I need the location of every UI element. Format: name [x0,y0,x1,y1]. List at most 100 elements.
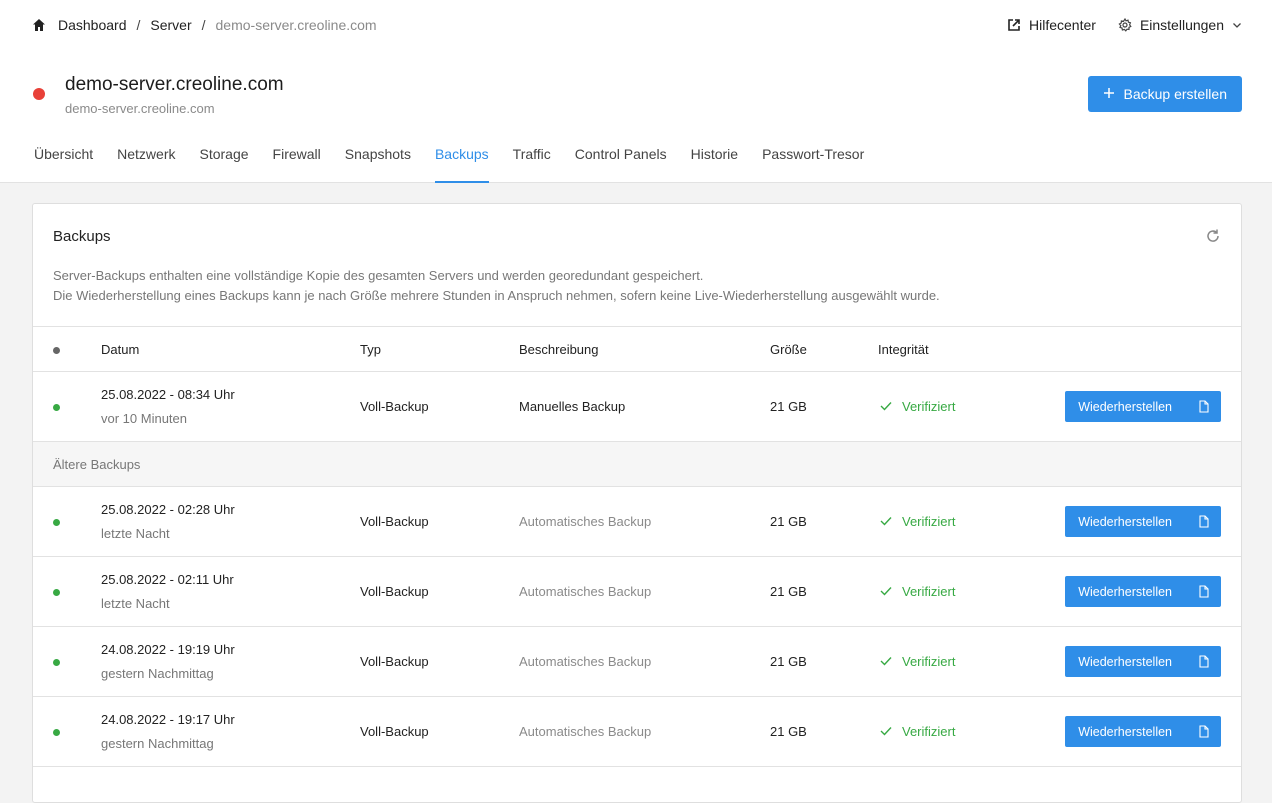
backup-type: Voll-Backup [360,696,519,767]
document-icon[interactable] [1186,400,1221,413]
integrity-label: Verifiziert [902,724,956,739]
backup-size: 21 GB [770,696,878,767]
table-row: 24.08.2022 - 19:17 Uhr gestern Nachmitta… [33,696,1241,767]
restore-label: Wiederherstellen [1078,724,1172,739]
create-backup-button[interactable]: Backup erstellen [1088,76,1242,112]
backup-type: Voll-Backup [360,626,519,697]
backup-description: Automatisches Backup [519,696,770,767]
restore-button[interactable]: Wiederherstellen [1065,716,1221,747]
tab-network[interactable]: Netzwerk [105,125,187,182]
breadcrumb: Dashboard / Server / demo-server.creolin… [32,17,377,33]
backup-size: 21 GB [770,486,878,557]
document-icon[interactable] [1186,585,1221,598]
checkmark-icon [880,654,892,669]
header-actions [1058,326,1241,372]
tab-overview[interactable]: Übersicht [22,125,105,182]
top-right-nav: Hilfecenter Einstellungen [1007,17,1242,33]
status-dot [53,729,60,736]
table-row: 25.08.2022 - 08:34 Uhr vor 10 Minuten Vo… [33,371,1241,442]
tab-password-vault[interactable]: Passwort-Tresor [750,125,876,182]
document-icon[interactable] [1186,655,1221,668]
backup-type: Voll-Backup [360,556,519,627]
plus-icon [1103,86,1115,102]
home-icon[interactable] [32,18,46,32]
restore-button[interactable]: Wiederherstellen [1065,391,1221,422]
description-line-2: Die Wiederherstellung eines Backups kann… [53,288,940,303]
tab-history[interactable]: Historie [679,125,750,182]
backup-description: Manuelles Backup [519,371,770,442]
breadcrumb-server[interactable]: Server [150,17,191,33]
restore-button[interactable]: Wiederherstellen [1065,646,1221,677]
external-link-icon [1007,18,1021,32]
help-center-link[interactable]: Hilfecenter [1007,17,1096,33]
checkmark-icon [880,584,892,599]
table-row: 25.08.2022 - 02:28 Uhr letzte Nacht Voll… [33,486,1241,557]
backup-date: 25.08.2022 - 02:28 Uhr [101,502,235,517]
refresh-icon[interactable] [1205,228,1221,244]
server-hostname: demo-server.creoline.com [65,101,215,116]
status-dot-icon [53,346,60,354]
restore-label: Wiederherstellen [1078,654,1172,669]
checkmark-icon [880,399,892,414]
tab-firewall[interactable]: Firewall [261,125,333,182]
server-header: demo-server.creoline.com demo-server.cre… [0,50,1272,126]
header-description: Beschreibung [519,326,770,372]
breadcrumb-dashboard[interactable]: Dashboard [58,17,127,33]
header-integrity: Integrität [878,326,1058,372]
backup-description: Automatisches Backup [519,486,770,557]
server-tabs: Übersicht Netzwerk Storage Firewall Snap… [22,125,876,183]
backup-relative-time: vor 10 Minuten [101,411,187,426]
restore-label: Wiederherstellen [1078,399,1172,414]
restore-label: Wiederherstellen [1078,514,1172,529]
older-backups-group: Ältere Backups [33,441,1241,487]
checkmark-icon [880,724,892,739]
backup-type: Voll-Backup [360,486,519,557]
card-header: Backups [33,204,1241,268]
backup-relative-time: gestern Nachmittag [101,666,214,681]
integrity-status: Verifiziert [878,584,1058,599]
status-dot [53,589,60,596]
backup-type: Voll-Backup [360,371,519,442]
status-dot [53,519,60,526]
integrity-status: Verifiziert [878,514,1058,529]
header-date: Datum [101,326,360,372]
help-center-label: Hilfecenter [1029,17,1096,33]
restore-button[interactable]: Wiederherstellen [1065,506,1221,537]
document-icon[interactable] [1186,515,1221,528]
checkmark-icon [880,514,892,529]
breadcrumb-separator: / [136,17,141,33]
integrity-status: Verifiziert [878,399,1058,414]
restore-label: Wiederherstellen [1078,584,1172,599]
server-title: demo-server.creoline.com [65,74,284,95]
backups-table: Datum Typ Beschreibung Größe Integrität … [33,326,1241,767]
integrity-label: Verifiziert [902,514,956,529]
backup-date: 25.08.2022 - 08:34 Uhr [101,387,235,402]
status-dot [53,404,60,411]
breadcrumb-separator: / [201,17,206,33]
gear-icon [1118,18,1132,32]
integrity-status: Verifiziert [878,724,1058,739]
tab-control-panels[interactable]: Control Panels [563,125,679,182]
integrity-label: Verifiziert [902,654,956,669]
tab-storage[interactable]: Storage [188,125,261,182]
table-header-row: Datum Typ Beschreibung Größe Integrität [33,326,1241,372]
tab-snapshots[interactable]: Snapshots [333,125,423,182]
tab-backups[interactable]: Backups [423,125,501,183]
backup-relative-time: letzte Nacht [101,526,170,541]
header-size: Größe [770,326,878,372]
backup-relative-time: gestern Nachmittag [101,736,214,751]
document-icon[interactable] [1186,725,1221,738]
backup-description: Automatisches Backup [519,556,770,627]
integrity-status: Verifiziert [878,654,1058,669]
server-status-dot [33,88,45,100]
backup-date: 24.08.2022 - 19:17 Uhr [101,712,235,727]
tab-traffic[interactable]: Traffic [501,125,563,182]
backup-description: Automatisches Backup [519,626,770,697]
settings-menu[interactable]: Einstellungen [1118,17,1242,33]
integrity-label: Verifiziert [902,584,956,599]
backup-size: 21 GB [770,556,878,627]
restore-button[interactable]: Wiederherstellen [1065,576,1221,607]
backups-card: Backups Server-Backups enthalten eine vo… [32,203,1242,803]
backup-relative-time: letzte Nacht [101,596,170,611]
backup-date: 25.08.2022 - 02:11 Uhr [101,572,234,587]
